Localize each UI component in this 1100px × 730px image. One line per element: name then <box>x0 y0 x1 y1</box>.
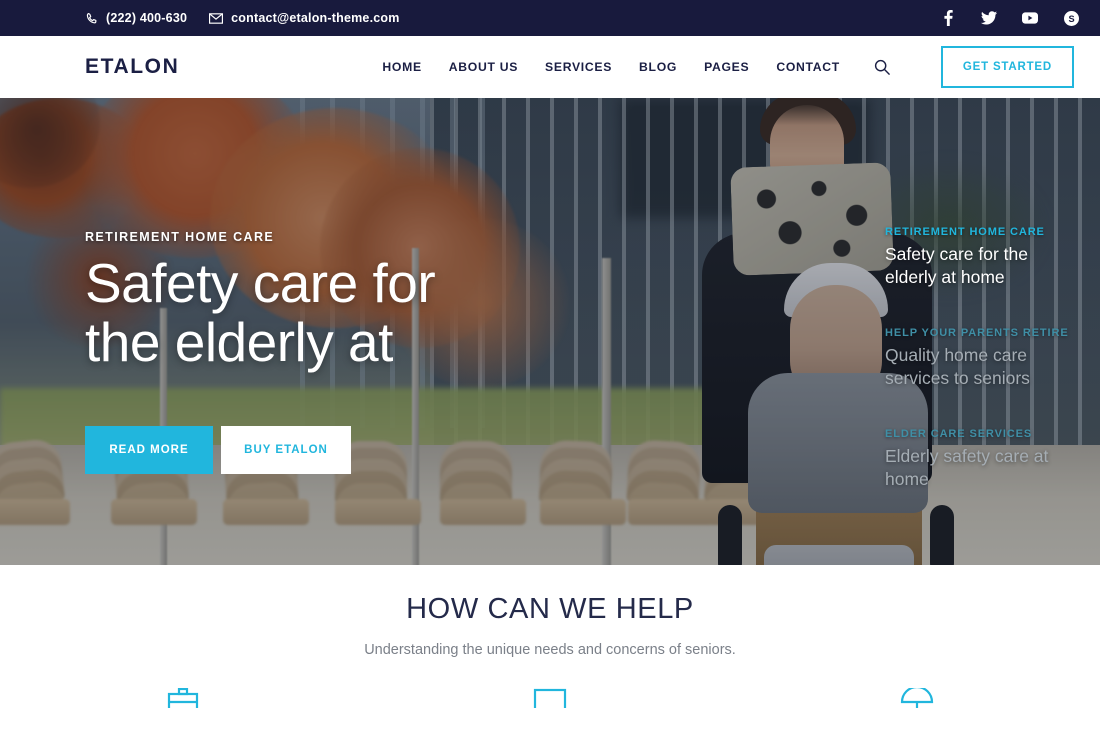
nav-item-contact[interactable]: CONTACT <box>776 60 840 74</box>
social-links: S <box>940 10 1079 26</box>
nav-item-about-us[interactable]: ABOUT US <box>449 60 518 74</box>
thumb-title-line-2: home <box>885 469 929 490</box>
topbar-contact-group: (222) 400-630 contact@etalon-theme.com <box>85 11 400 25</box>
how-can-we-help-section: HOW CAN WE HELP Understanding the unique… <box>0 565 1100 730</box>
facebook-icon[interactable] <box>940 10 956 26</box>
thumb-kicker: RETIREMENT HOME CARE <box>885 226 1045 238</box>
thumb-title-line-1: Safety care for the <box>885 244 1028 264</box>
hero-title-line-2: the elderly at <box>85 311 393 374</box>
site-logo[interactable]: ETALON <box>85 55 179 79</box>
main-navigation: HOME ABOUT US SERVICES BLOG PAGES CONTAC… <box>382 46 1074 88</box>
nav-item-home[interactable]: HOME <box>382 60 421 74</box>
topbar-phone-label: (222) 400-630 <box>106 11 188 25</box>
service-item-3[interactable] <box>733 688 1100 708</box>
thumb-title: Safety care for the elderly at home <box>885 243 1100 289</box>
envelope-icon <box>209 12 224 24</box>
hero-main-caption: RETIREMENT HOME CARE Safety care for the… <box>85 230 605 474</box>
thumb-title-line-1: Quality home care <box>885 345 1028 366</box>
section-heading: HOW CAN WE HELP <box>406 593 694 625</box>
hero-kicker: RETIREMENT HOME CARE <box>85 230 275 244</box>
hero-slide-thumbnails: RETIREMENT HOME CARE Safety care for the… <box>885 226 1100 530</box>
hero-slider: RETIREMENT HOME CARE Safety care for the… <box>0 98 1100 565</box>
thumb-kicker: ELDER CARE SERVICES <box>885 428 1033 441</box>
phone-icon <box>85 12 98 25</box>
briefcase-icon <box>167 688 199 708</box>
thumb-title: Quality home care services to seniors <box>885 344 1100 390</box>
hero-title: Safety care for the elderly at <box>85 252 605 374</box>
service-icons-row <box>0 688 1100 708</box>
buy-etalon-button[interactable]: BUY ETALON <box>221 425 351 474</box>
top-bar: (222) 400-630 contact@etalon-theme.com S <box>0 0 1100 36</box>
umbrella-icon <box>900 688 934 708</box>
hero-button-group: READ MORE BUY ETALON <box>85 425 605 474</box>
get-started-button[interactable]: GET STARTED <box>940 46 1074 88</box>
thumb-title-line-2: services to seniors <box>885 368 1030 389</box>
hero-slide-thumb-2[interactable]: HELP YOUR PARENTS RETIRE Quality home ca… <box>885 327 1100 390</box>
hero-slide-thumb-1[interactable]: RETIREMENT HOME CARE Safety care for the… <box>885 226 1100 289</box>
topbar-email[interactable]: contact@etalon-theme.com <box>209 11 399 25</box>
thumb-kicker: HELP YOUR PARENTS RETIRE <box>885 327 1069 340</box>
service-item-1[interactable] <box>0 688 367 708</box>
svg-text:S: S <box>1068 13 1074 23</box>
twitter-icon[interactable] <box>981 10 997 26</box>
nav-item-services[interactable]: SERVICES <box>545 60 612 74</box>
hero-title-line-1: Safety care for <box>85 252 436 314</box>
thumb-title-line-2: elderly at home <box>885 267 1005 288</box>
nav-item-blog[interactable]: BLOG <box>639 60 677 74</box>
topbar-phone[interactable]: (222) 400-630 <box>85 11 187 25</box>
thumb-title: Elderly safety care at home <box>885 445 1100 491</box>
section-subheading: Understanding the unique needs and conce… <box>364 642 736 658</box>
read-more-button[interactable]: READ MORE <box>85 425 213 474</box>
youtube-icon[interactable] <box>1022 10 1038 26</box>
nav-item-pages[interactable]: PAGES <box>704 60 749 74</box>
thumb-title-line-1: Elderly safety care at <box>885 446 1049 467</box>
search-icon[interactable] <box>872 57 892 77</box>
skype-icon[interactable]: S <box>1063 10 1079 26</box>
hero-slide-thumb-3[interactable]: ELDER CARE SERVICES Elderly safety care … <box>885 428 1100 491</box>
monitor-icon <box>533 688 567 708</box>
site-header: ETALON HOME ABOUT US SERVICES BLOG PAGES… <box>0 36 1100 98</box>
topbar-email-label: contact@etalon-theme.com <box>231 11 400 25</box>
service-item-2[interactable] <box>367 688 734 708</box>
